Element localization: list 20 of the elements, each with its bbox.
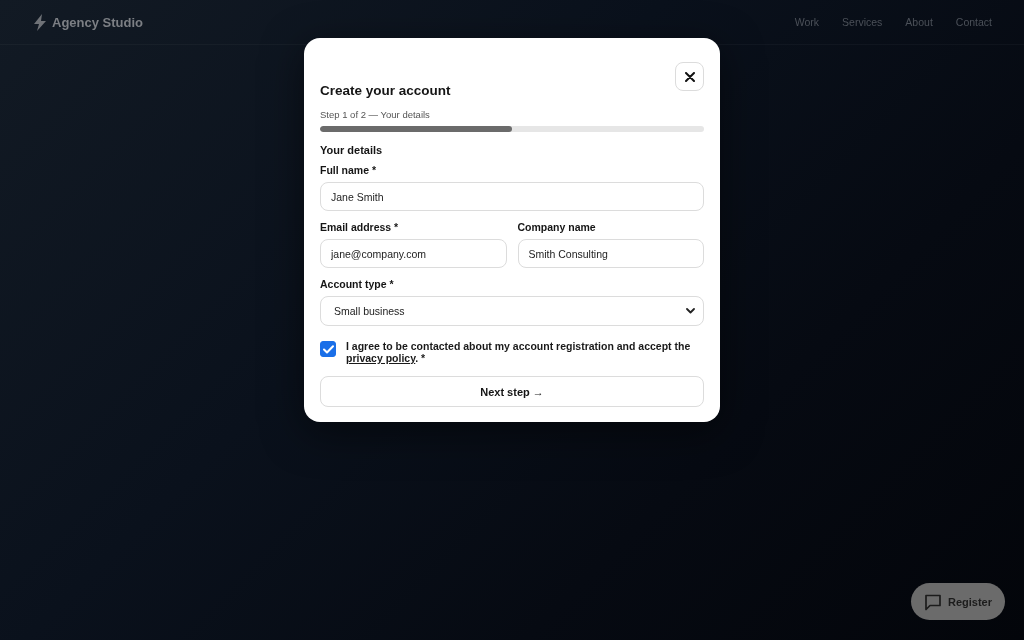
close-icon xyxy=(684,71,695,82)
field-label: Email address * xyxy=(320,221,400,234)
lightning-bolt-icon xyxy=(33,13,47,31)
consent-text: I agree to be contacted about my account registration and accept the privacy policy. * xyxy=(346,340,692,364)
field-label: Account type * xyxy=(320,278,395,291)
select-field[interactable]: Small business xyxy=(320,296,704,326)
field-label: Company name xyxy=(517,221,597,234)
field-label: Full name * xyxy=(320,164,377,177)
close-button[interactable] xyxy=(675,62,704,91)
text-input[interactable]: Smith Consulting xyxy=(517,239,704,268)
text-input[interactable]: jane@company.com xyxy=(320,239,507,268)
logo-text[interactable]: Agency Studio xyxy=(52,14,143,30)
next-step-button[interactable]: Next step → xyxy=(320,376,704,407)
dialog-title: Create your account xyxy=(320,83,451,99)
section-title: Your details xyxy=(320,144,384,157)
consent-checkbox[interactable] xyxy=(320,341,336,357)
chevron-down-icon xyxy=(686,308,695,314)
step-indicator: Step 1 of 2 — Your details xyxy=(320,109,431,121)
chat-bubble-icon xyxy=(923,592,942,611)
text-input[interactable]: Jane Smith xyxy=(320,182,704,211)
